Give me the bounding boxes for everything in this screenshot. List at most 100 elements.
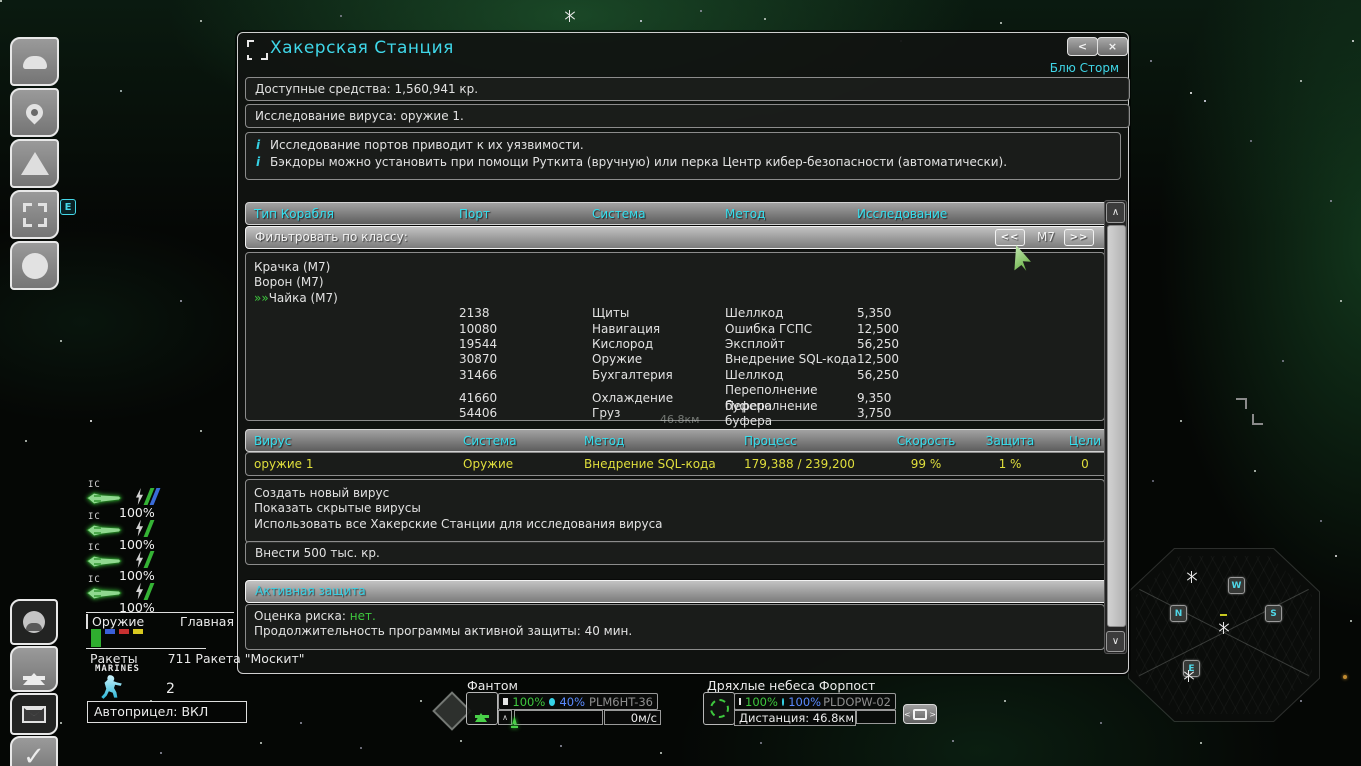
autoaim-status: Автоприцел: ВКЛ (87, 701, 247, 723)
deposit-label: Внести 500 тыс. кр. (255, 546, 380, 560)
col-system: Система (463, 433, 517, 448)
target-distance-box: Дистанция: 46.8км (734, 710, 856, 726)
monitor-toggle-button[interactable]: < > (903, 704, 937, 724)
sidebar-target-button[interactable] (10, 190, 59, 239)
cell-research: 56,250 (857, 336, 899, 351)
sidebar-ship-button[interactable] (10, 139, 59, 188)
starfield (0, 0, 2, 2)
person-icon (22, 55, 47, 69)
game-screen: E ✓ IC 100% IC 100% IC 100% IC 100% Оруж… (0, 0, 1361, 766)
scroll-down-button[interactable]: ∨ (1106, 631, 1125, 652)
deposit-button[interactable]: Внести 500 тыс. кр. (245, 541, 1114, 565)
shield-icon (739, 698, 742, 705)
helmet-icon (23, 611, 45, 633)
sidebar-pilot-button[interactable] (10, 37, 59, 86)
energy-bolt-icon (135, 582, 144, 600)
cell-system: Оружие (592, 352, 643, 367)
weapon-ship-icon (86, 492, 122, 505)
ship-blip (1218, 622, 1230, 634)
ship-list-item-selected[interactable]: »»Чайка (М7) (246, 291, 1104, 306)
action-use-all-stations[interactable]: Использовать все Хакерские Станции для и… (246, 517, 1104, 532)
action-create-virus[interactable]: Создать новый вирус (246, 486, 1104, 501)
cell-research: 12,500 (857, 321, 899, 336)
cell-port: 19544 (459, 336, 498, 351)
gate-west: W (1228, 577, 1245, 594)
planet-dot (1343, 675, 1347, 679)
player-ship-button[interactable] (466, 692, 498, 725)
sidebar-eject-button[interactable] (10, 646, 58, 692)
station-owner-label: Блю Сторм (1049, 61, 1119, 75)
minimap-grid (1136, 556, 1312, 714)
target-button[interactable] (703, 692, 735, 725)
weapon-ship-icon (86, 555, 122, 568)
filter-next-button[interactable]: >> (1064, 229, 1094, 246)
cell-method: Шеллкод (725, 367, 784, 382)
speed-bar[interactable] (514, 710, 603, 725)
research-text: Исследование вируса: оружие 1. (255, 109, 464, 123)
ship-list-item[interactable]: Ворон (М7) (246, 275, 1104, 290)
gravidar-minimap: W N S E (1128, 548, 1320, 722)
scroll-up-button[interactable]: ∧ (1106, 202, 1125, 223)
back-icon: < (1077, 40, 1088, 53)
weapons-tabs: Оружие Главная (86, 612, 234, 629)
port-row[interactable]: 19544 Кислород Эксплойт 56,250 (246, 337, 1104, 352)
virus-row[interactable]: оружие 1 Оружие Внедрение SQL-кода 179,3… (245, 452, 1121, 476)
player-ship-icon (475, 699, 489, 722)
player-ship-name: Фантом (467, 678, 518, 693)
filter-prev-button[interactable]: << (995, 229, 1025, 246)
eject-icon (23, 658, 45, 685)
target-name: Дряхлые небеса Форпост (707, 678, 876, 693)
energy-bolt-icon (135, 519, 144, 537)
cell-method: Шеллкод (725, 306, 784, 321)
ammo-bar-blue (105, 629, 115, 634)
ammo-bar-red (119, 629, 129, 634)
col-method: Метод (725, 206, 766, 221)
port-row[interactable]: 41660 Охлаждение Переполнение буфера 9,3… (246, 383, 1104, 412)
risk-line: Оценка риска: нет. (246, 609, 1104, 624)
filter-bar[interactable]: Фильтровать по классу: << М7 >> (245, 226, 1114, 249)
cell-method: Внедрение SQL-кода (584, 457, 716, 471)
sidebar-navigation-button[interactable] (10, 88, 59, 137)
sidebar-confirm-button[interactable]: ✓ (10, 736, 58, 766)
target-bracket-icon (1236, 398, 1247, 409)
action-show-hidden-viruses[interactable]: Показать скрытые вирусы (246, 501, 1104, 516)
sidebar-pilot-status-button[interactable] (10, 599, 58, 645)
close-button[interactable]: × (1097, 37, 1128, 56)
action-label: Создать новый вирус (254, 486, 390, 500)
target-circle-icon (709, 699, 729, 718)
port-row[interactable]: 30870 Оружие Внедрение SQL-кода 12,500 (246, 352, 1104, 367)
cell-system: Щиты (592, 306, 630, 321)
sidebar-mode-button[interactable] (10, 241, 59, 290)
col-system: Система (592, 206, 646, 221)
ports-table-header: Тип Корабля Порт Система Метод Исследова… (245, 202, 1121, 225)
info-line: i Исследование портов приводит к их уязв… (246, 137, 1120, 154)
weapons-hud: IC 100% IC 100% IC 100% IC 100% (86, 478, 236, 615)
cell-system: Охлаждение (592, 390, 674, 405)
ship-list-item[interactable]: Крачка (М7) (246, 260, 1104, 275)
player-blip (1220, 614, 1227, 616)
port-row[interactable]: 2138 Щиты Шеллкод 5,350 (246, 306, 1104, 321)
scrollbar-thumb[interactable] (1107, 225, 1126, 627)
col-method: Метод (584, 433, 625, 448)
cell-research: 5,350 (857, 306, 892, 321)
weapon-entry: IC 100% (86, 573, 236, 615)
scrollbar[interactable]: ∧ ∨ (1104, 200, 1127, 654)
port-row[interactable]: 10080 Навигация Ошибка ГСПС 12,500 (246, 322, 1104, 337)
port-row[interactable]: 31466 Бухгалтерия Шеллкод 56,250 (246, 368, 1104, 383)
target-distance: Дистанция: 46.8км (739, 711, 855, 725)
cell-defense: 1 % (998, 457, 1022, 471)
filter-label: Фильтровать по классу: (255, 230, 408, 244)
col-defense: Защита (985, 433, 1035, 448)
chevron-right-icon: > (929, 709, 936, 719)
sidebar-messages-button[interactable] (10, 693, 58, 735)
back-button[interactable]: < (1067, 37, 1098, 56)
chevrons-left-icon: << (1000, 231, 1020, 243)
info-line: i Бэкдоры можно установить при помощи Ру… (246, 154, 1120, 171)
col-port: Порт (459, 206, 490, 221)
weapon-ship-icon (86, 586, 122, 600)
weapon-entry: IC 100% (86, 541, 236, 583)
active-defense-header[interactable]: Активная защита (245, 580, 1114, 603)
chevron-down-icon: ∨ (1111, 636, 1120, 647)
tab-weapons: Оружие (86, 614, 144, 629)
tab-main: Главная (180, 614, 234, 629)
